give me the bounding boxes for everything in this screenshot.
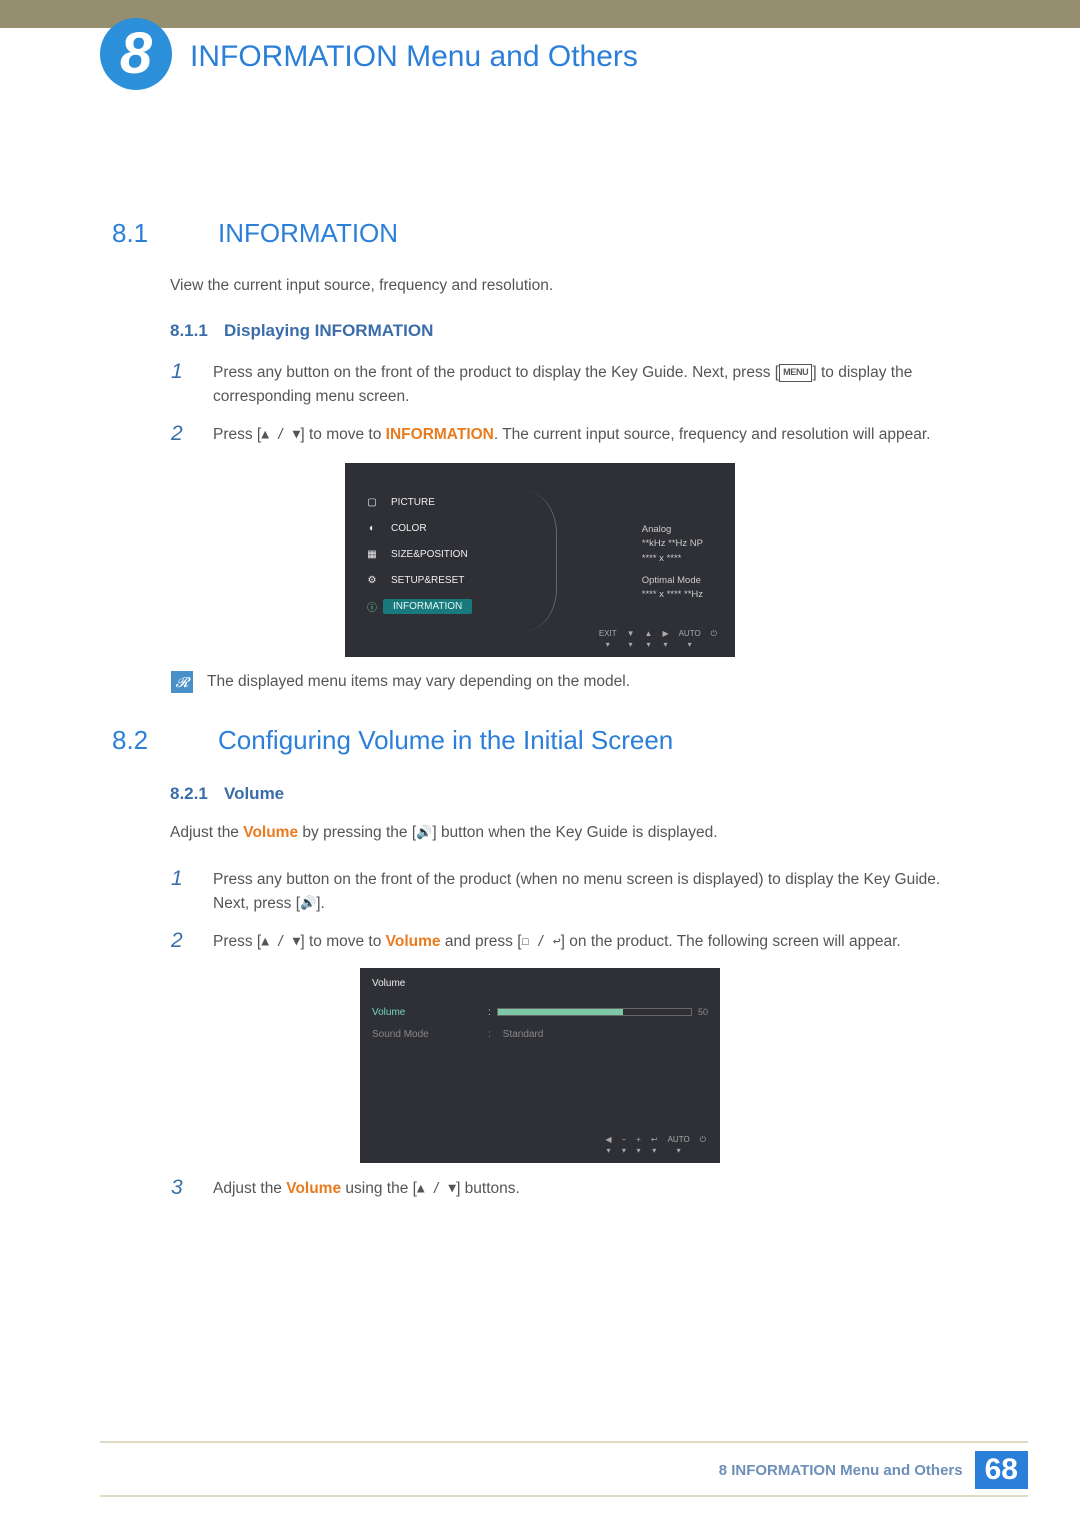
nav-up-icon: ▲▾: [645, 629, 653, 649]
section-8-1-intro: View the current input source, frequency…: [170, 277, 968, 295]
nav-auto: AUTO▾: [679, 629, 701, 649]
step-2: 2 Press [▲ / ▼] to move to INFORMATION. …: [171, 423, 968, 447]
nav-left-icon: ◀▾: [605, 1135, 611, 1155]
up-down-icon: ▲ / ▼: [417, 1181, 456, 1196]
footer-chapter-label: 8 INFORMATION Menu and Others: [719, 1462, 963, 1479]
info-icon: ⓘ: [359, 599, 385, 614]
subsection-intro: Adjust the Volume by pressing the [🔊] bu…: [170, 824, 968, 842]
step-3: 3 Adjust the Volume using the [▲ / ▼] bu…: [171, 1177, 968, 1201]
osd-sound-mode-value: Standard: [497, 1029, 544, 1040]
subsection-number: 8.2.1: [170, 784, 224, 804]
step-number: 2: [171, 930, 213, 954]
step-number: 2: [171, 423, 213, 447]
osd-volume-screenshot: Volume Volume : 50 Sound Mode : Standard…: [360, 968, 720, 1163]
chapter-title: INFORMATION Menu and Others: [190, 40, 638, 74]
section-title: INFORMATION: [218, 218, 398, 249]
picture-icon: ▢: [359, 497, 385, 508]
step-text: Press [▲ / ▼] to move to Volume and pres…: [213, 930, 968, 954]
step-number: 3: [171, 1177, 213, 1201]
nav-enter-icon: ▶▾: [662, 629, 668, 649]
step-1: 1 Press any button on the front of the p…: [171, 868, 968, 916]
menu-button-label: MENU: [779, 364, 812, 382]
keyword-volume: Volume: [386, 933, 441, 950]
section-8-2-heading: 8.2 Configuring Volume in the Initial Sc…: [112, 725, 968, 756]
osd-volume-row: Volume : 50: [372, 1001, 708, 1023]
nav-power-icon: ⏻: [700, 1135, 706, 1155]
section-number: 8.1: [112, 218, 218, 249]
osd-nav-bar: ◀▾ −▾ +▾ ↩▾ AUTO▾ ⏻: [372, 1045, 708, 1159]
osd-sound-mode-row: Sound Mode : Standard: [372, 1023, 708, 1045]
note: 𝓡 The displayed menu items may vary depe…: [171, 671, 968, 693]
subsection-title: Displaying INFORMATION: [224, 321, 433, 341]
volume-icon: 🔊: [416, 825, 432, 840]
page-number-badge: 68: [975, 1451, 1028, 1489]
subsection-8-1-1-heading: 8.1.1 Displaying INFORMATION: [170, 321, 968, 341]
page-top-bar: [0, 0, 1080, 28]
chapter-number-badge: 8: [100, 18, 172, 90]
step-text: Press any button on the front of the pro…: [213, 361, 968, 409]
note-text: The displayed menu items may vary depend…: [207, 673, 630, 691]
subsection-number: 8.1.1: [170, 321, 224, 341]
nav-minus-icon: −▾: [622, 1135, 627, 1155]
page-footer: 8 INFORMATION Menu and Others 68: [0, 1441, 1080, 1527]
step-1: 1 Press any button on the front of the p…: [171, 361, 968, 409]
section-number: 8.2: [112, 725, 218, 756]
up-down-icon: ▲ / ▼: [261, 934, 300, 949]
osd-information-screenshot: ▢ PICTURE ◐ COLOR ▦ SIZE&POSITION ⚙ SETU…: [345, 463, 735, 657]
nav-plus-icon: +▾: [636, 1135, 641, 1155]
note-icon: 𝓡: [171, 671, 193, 693]
nav-exit: EXIT▾: [599, 629, 617, 649]
chapter-number: 8: [120, 25, 152, 83]
subsection-8-2-1-heading: 8.2.1 Volume: [170, 784, 968, 804]
keyword-information: INFORMATION: [386, 426, 494, 443]
nav-down-icon: ▼▾: [627, 629, 635, 649]
step-text: Adjust the Volume using the [▲ / ▼] butt…: [213, 1177, 968, 1201]
size-icon: ▦: [359, 549, 385, 560]
osd-sound-mode-label: Sound Mode: [372, 1029, 482, 1040]
volume-slider: 50: [497, 1007, 708, 1017]
section-title: Configuring Volume in the Initial Screen: [218, 725, 673, 756]
nav-power-icon: ⏻: [711, 629, 717, 649]
osd-volume-label: Volume: [372, 1007, 482, 1018]
section-8-1-heading: 8.1 INFORMATION: [112, 218, 968, 249]
nav-auto: AUTO▾: [668, 1135, 690, 1155]
step-number: 1: [171, 868, 213, 916]
keyword-volume: Volume: [286, 1180, 341, 1197]
step-2: 2 Press [▲ / ▼] to move to Volume and pr…: [171, 930, 968, 954]
keyword-volume: Volume: [243, 824, 298, 841]
subsection-title: Volume: [224, 784, 284, 804]
nav-enter-icon: ↩▾: [651, 1135, 658, 1155]
osd-info-panel: Analog **kHz **Hz NP **** x **** Optimal…: [642, 523, 703, 602]
up-down-icon: ▲ / ▼: [261, 427, 300, 442]
gear-icon: ⚙: [359, 575, 385, 586]
step-text: Press any button on the front of the pro…: [213, 868, 968, 916]
color-icon: ◐: [359, 523, 385, 534]
select-enter-icon: ☐ / ↩: [522, 934, 561, 949]
step-number: 1: [171, 361, 213, 409]
step-text: Press [▲ / ▼] to move to INFORMATION. Th…: [213, 423, 968, 447]
osd-curve-decoration: [525, 491, 557, 631]
osd-title: Volume: [372, 978, 708, 1001]
volume-value: 50: [698, 1007, 708, 1017]
volume-icon: 🔊: [300, 896, 316, 911]
